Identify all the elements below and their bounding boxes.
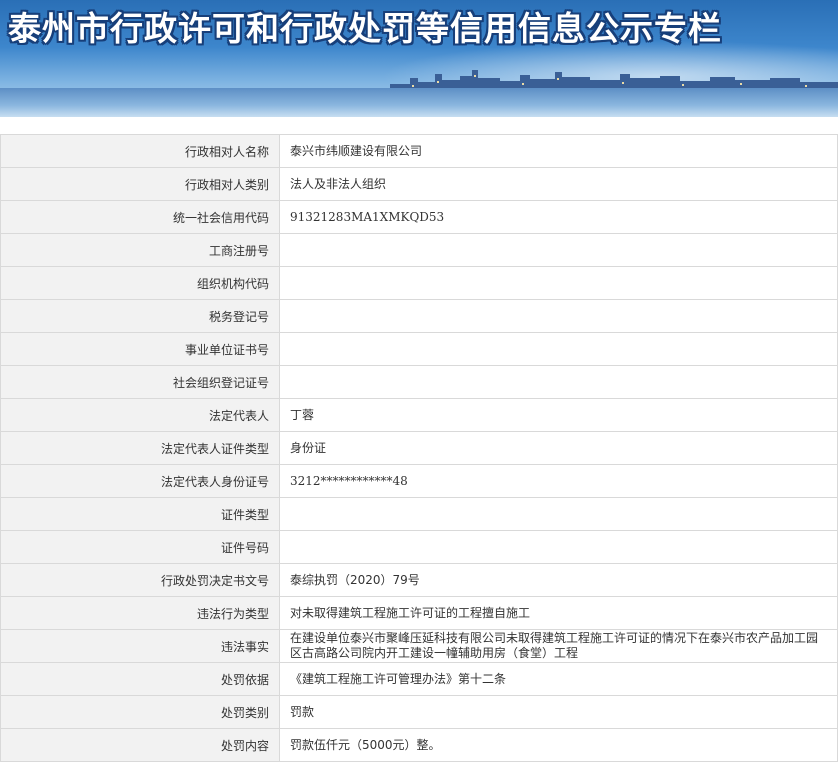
row-label: 行政处罚决定书文号 bbox=[0, 563, 280, 597]
table-row: 组织机构代码 bbox=[0, 266, 838, 300]
row-label: 行政相对人类别 bbox=[0, 167, 280, 201]
table-row: 工商注册号 bbox=[0, 233, 838, 267]
table-row: 税务登记号 bbox=[0, 299, 838, 333]
row-label: 法定代表人证件类型 bbox=[0, 431, 280, 465]
row-label: 税务登记号 bbox=[0, 299, 280, 333]
city-skyline-illustration bbox=[390, 70, 838, 90]
row-label: 组织机构代码 bbox=[0, 266, 280, 300]
table-row: 处罚内容 罚款伍仟元（5000元）整。 bbox=[0, 728, 838, 762]
row-label: 证件类型 bbox=[0, 497, 280, 531]
banner-title: 泰州市行政许可和行政处罚等信用信息公示专栏 bbox=[8, 9, 722, 48]
row-value bbox=[279, 365, 838, 399]
row-value: 罚款伍仟元（5000元）整。 bbox=[279, 728, 838, 762]
row-label: 工商注册号 bbox=[0, 233, 280, 267]
row-value: 《建筑工程施工许可管理办法》第十二条 bbox=[279, 662, 838, 696]
row-value: 对未取得建筑工程施工许可证的工程擅自施工 bbox=[279, 596, 838, 630]
row-value: 3212************48 bbox=[279, 464, 838, 498]
table-row: 处罚类别 罚款 bbox=[0, 695, 838, 729]
row-label: 处罚类别 bbox=[0, 695, 280, 729]
row-value: 丁蓉 bbox=[279, 398, 838, 432]
row-value: 91321283MA1XMKQD53 bbox=[279, 200, 838, 234]
table-row: 法定代表人 丁蓉 bbox=[0, 398, 838, 432]
row-label: 法定代表人 bbox=[0, 398, 280, 432]
row-label: 统一社会信用代码 bbox=[0, 200, 280, 234]
row-value: 法人及非法人组织 bbox=[279, 167, 838, 201]
row-value bbox=[279, 332, 838, 366]
row-label: 处罚内容 bbox=[0, 728, 280, 762]
row-value: 在建设单位泰兴市聚峰压延科技有限公司未取得建筑工程施工许可证的情况下在泰兴市农产… bbox=[279, 629, 838, 663]
row-label: 社会组织登记证号 bbox=[0, 365, 280, 399]
credit-info-table: 行政相对人名称 泰兴市纬顺建设有限公司 行政相对人类别 法人及非法人组织 统一社… bbox=[0, 134, 838, 762]
table-row: 行政处罚决定书文号 泰综执罚（2020）79号 bbox=[0, 563, 838, 597]
table-row: 统一社会信用代码 91321283MA1XMKQD53 bbox=[0, 200, 838, 234]
table-row: 社会组织登记证号 bbox=[0, 365, 838, 399]
row-label: 证件号码 bbox=[0, 530, 280, 564]
row-value bbox=[279, 497, 838, 531]
table-row: 违法行为类型 对未取得建筑工程施工许可证的工程擅自施工 bbox=[0, 596, 838, 630]
table-row: 法定代表人证件类型 身份证 bbox=[0, 431, 838, 465]
table-row: 行政相对人类别 法人及非法人组织 bbox=[0, 167, 838, 201]
table-row: 证件类型 bbox=[0, 497, 838, 531]
table-row: 违法事实 在建设单位泰兴市聚峰压延科技有限公司未取得建筑工程施工许可证的情况下在… bbox=[0, 629, 838, 663]
row-label: 违法行为类型 bbox=[0, 596, 280, 630]
row-value: 身份证 bbox=[279, 431, 838, 465]
row-value bbox=[279, 233, 838, 267]
row-value bbox=[279, 266, 838, 300]
row-value: 泰兴市纬顺建设有限公司 bbox=[279, 134, 838, 168]
row-label: 行政相对人名称 bbox=[0, 134, 280, 168]
table-row: 行政相对人名称 泰兴市纬顺建设有限公司 bbox=[0, 134, 838, 168]
table-row: 证件号码 bbox=[0, 530, 838, 564]
row-label: 法定代表人身份证号 bbox=[0, 464, 280, 498]
row-label: 事业单位证书号 bbox=[0, 332, 280, 366]
table-row: 法定代表人身份证号 3212************48 bbox=[0, 464, 838, 498]
row-label: 违法事实 bbox=[0, 629, 280, 663]
row-value: 罚款 bbox=[279, 695, 838, 729]
row-label: 处罚依据 bbox=[0, 662, 280, 696]
row-value bbox=[279, 530, 838, 564]
header-banner: 泰州市行政许可和行政处罚等信用信息公示专栏 bbox=[0, 0, 838, 117]
row-value bbox=[279, 299, 838, 333]
row-value: 泰综执罚（2020）79号 bbox=[279, 563, 838, 597]
table-row: 处罚依据 《建筑工程施工许可管理办法》第十二条 bbox=[0, 662, 838, 696]
table-row: 事业单位证书号 bbox=[0, 332, 838, 366]
banner-water bbox=[0, 88, 838, 117]
